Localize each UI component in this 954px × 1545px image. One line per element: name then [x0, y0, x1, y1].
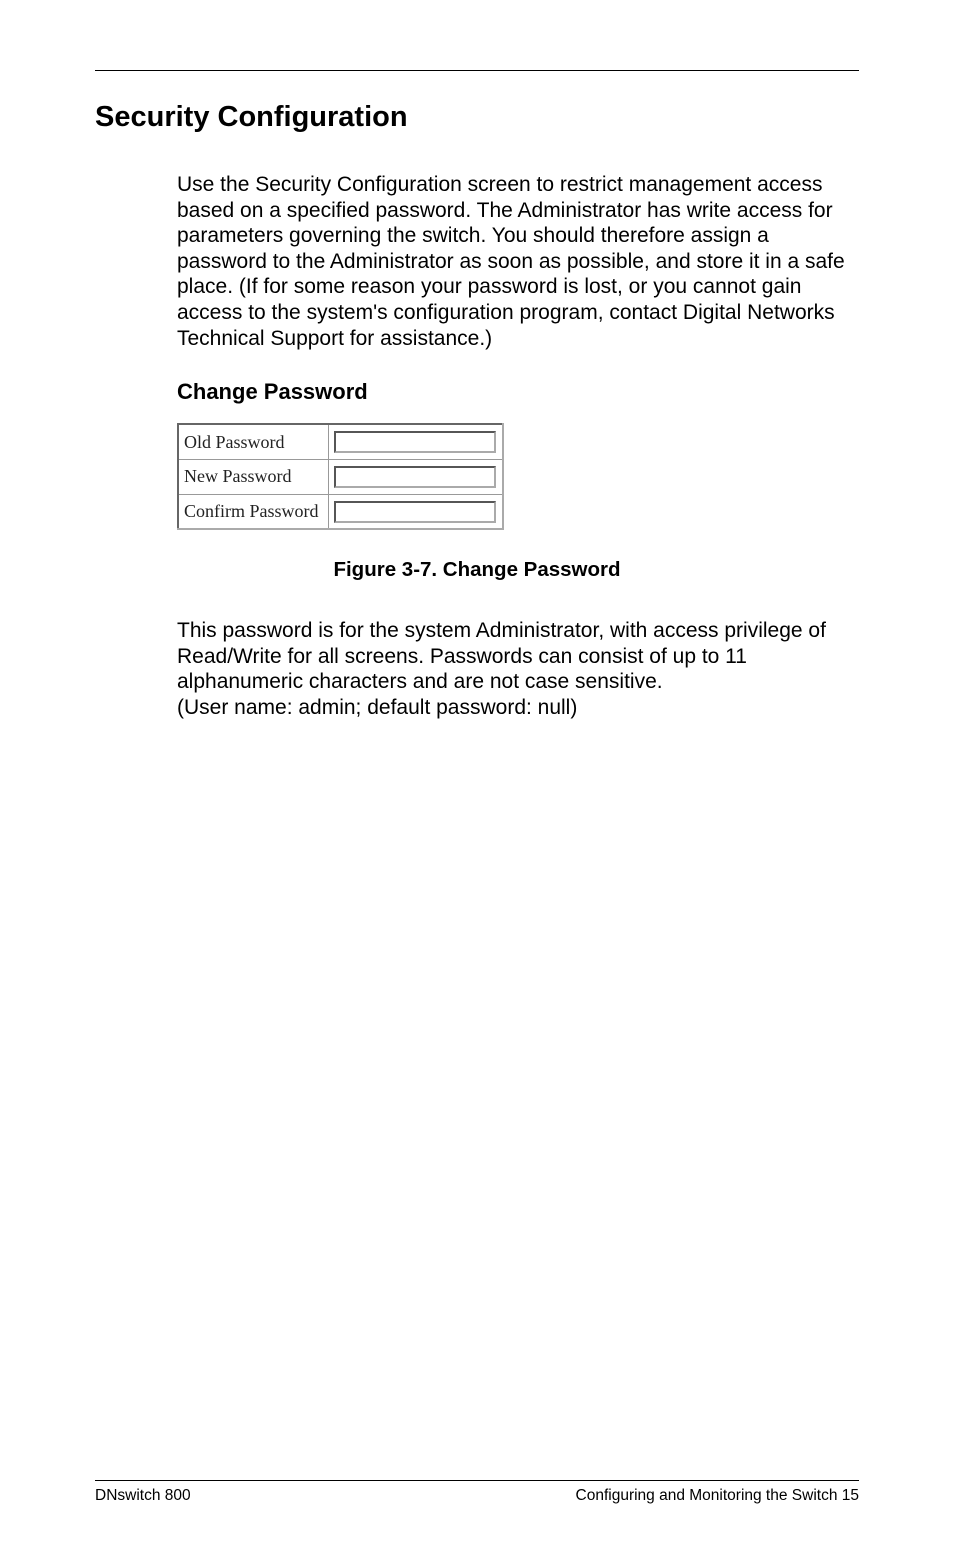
top-horizontal-rule [95, 70, 859, 71]
password-form-table: Old Password New Password Confirm Passwo… [177, 423, 504, 530]
page-title: Security Configuration [95, 101, 859, 134]
new-password-cell [328, 459, 503, 494]
figure-caption: Figure 3-7. Change Password [177, 558, 777, 582]
body-paragraph: This password is for the system Administ… [177, 618, 849, 720]
confirm-password-input[interactable] [334, 501, 496, 523]
footer-horizontal-rule [95, 1480, 859, 1481]
footer-left-text: DNswitch 800 [95, 1487, 191, 1505]
old-password-input[interactable] [334, 431, 496, 453]
new-password-label: New Password [178, 459, 328, 494]
page-footer: DNswitch 800 Configuring and Monitoring … [95, 1480, 859, 1505]
change-password-heading: Change Password [177, 379, 859, 405]
table-row: Old Password [178, 424, 503, 459]
confirm-password-cell [328, 494, 503, 529]
new-password-input[interactable] [334, 466, 496, 488]
old-password-label: Old Password [178, 424, 328, 459]
table-row: New Password [178, 459, 503, 494]
confirm-password-label: Confirm Password [178, 494, 328, 529]
old-password-cell [328, 424, 503, 459]
footer-right-text: Configuring and Monitoring the Switch 15 [576, 1487, 859, 1505]
intro-paragraph: Use the Security Configuration screen to… [177, 172, 854, 351]
table-row: Confirm Password [178, 494, 503, 529]
